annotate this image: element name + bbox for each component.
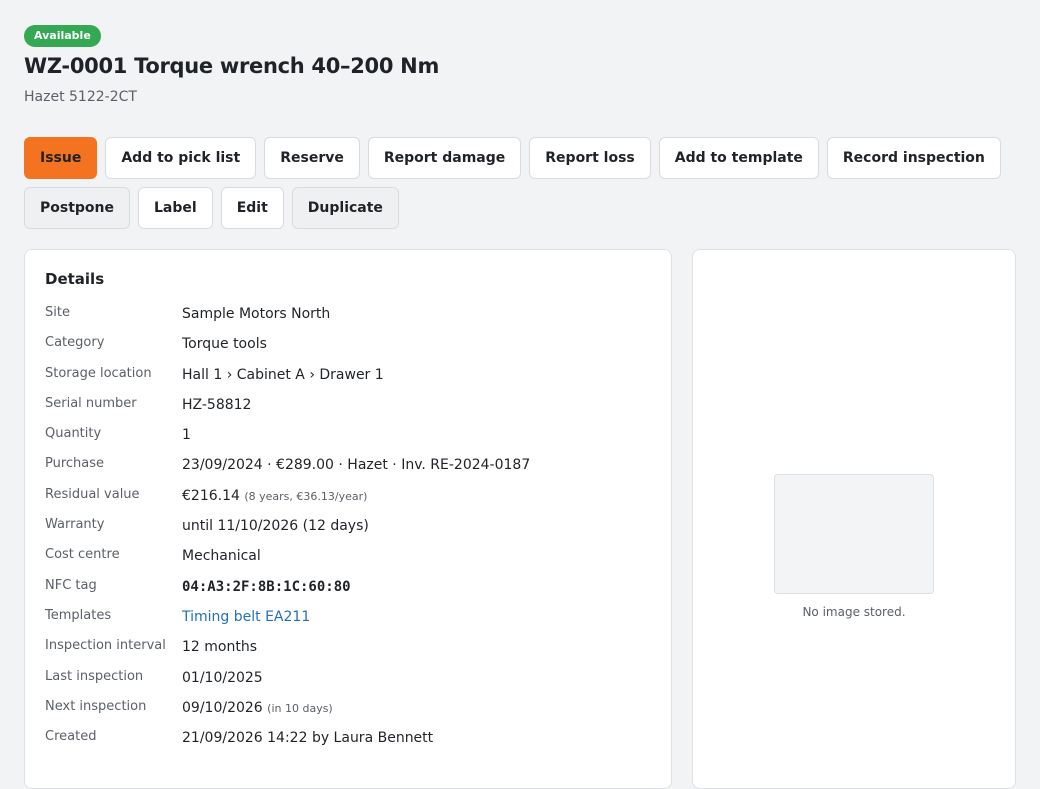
details-heading: Details bbox=[45, 270, 105, 288]
detail-row-storage-location: Storage location Hall 1 › Cabinet A › Dr… bbox=[45, 363, 661, 393]
detail-label: Created bbox=[45, 729, 97, 745]
detail-row-cost-centre: Cost centre Mechanical bbox=[45, 544, 661, 574]
detail-value-group: Timing belt EA211 bbox=[182, 609, 310, 625]
action-bar-secondary: Postpone Label Edit Duplicate bbox=[24, 187, 399, 229]
detail-label: Warranty bbox=[45, 517, 105, 533]
detail-label: Cost centre bbox=[45, 547, 120, 563]
detail-value: 21/09/2026 14:22 by Laura Bennett bbox=[182, 730, 434, 747]
detail-label: Category bbox=[45, 335, 105, 351]
issue-button[interactable]: Issue bbox=[24, 137, 98, 179]
detail-row-quantity: Quantity 1 bbox=[45, 423, 661, 453]
detail-value: 23/09/2024 · €289.00 · Hazet · Inv. RE-2… bbox=[182, 457, 531, 474]
detail-value: 01/10/2025 bbox=[182, 669, 263, 686]
detail-value: Hall 1 › Cabinet A › Drawer 1 bbox=[182, 366, 384, 383]
detail-row-site: Site Sample Motors North bbox=[45, 302, 661, 332]
detail-row-category: Category Torque tools bbox=[45, 332, 661, 362]
edit-button[interactable]: Edit bbox=[220, 187, 284, 229]
detail-row-templates: Templates Timing belt EA211 bbox=[45, 605, 661, 635]
detail-value: Torque tools bbox=[182, 336, 267, 353]
report-damage-button[interactable]: Report damage bbox=[367, 137, 522, 179]
detail-label: Serial number bbox=[45, 395, 137, 411]
detail-row-nfc-tag: NFC tag 04:A3:2F:8B:1C:60:80 bbox=[45, 575, 661, 605]
detail-row-inspection-interval: Inspection interval 12 months bbox=[45, 635, 661, 665]
image-placeholder bbox=[774, 474, 934, 594]
detail-value-group: 09/10/2026 (in 10 days) bbox=[182, 700, 333, 716]
label-button[interactable]: Label bbox=[138, 187, 213, 229]
detail-label: Quantity bbox=[45, 426, 102, 442]
detail-value: until 11/10/2026 (12 days) bbox=[182, 518, 369, 535]
page-title: WZ-0001 Torque wrench 40–200 Nm bbox=[24, 54, 440, 78]
detail-row-next-inspection: Next inspection 09/10/2026 (in 10 days) bbox=[45, 696, 661, 726]
next-inspection-date: 09/10/2026 bbox=[182, 699, 263, 716]
detail-label: Inspection interval bbox=[45, 638, 166, 654]
detail-value: HZ-58812 bbox=[182, 396, 252, 413]
detail-value-group: €216.14 (8 years, €36.13/year) bbox=[182, 488, 367, 504]
detail-label: NFC tag bbox=[45, 577, 97, 593]
next-inspection-note: (in 10 days) bbox=[267, 701, 333, 715]
image-card: No image stored. bbox=[692, 249, 1016, 789]
detail-label: Residual value bbox=[45, 486, 140, 502]
status-badge: Available bbox=[24, 25, 101, 47]
detail-row-warranty: Warranty until 11/10/2026 (12 days) bbox=[45, 514, 661, 544]
detail-value: 12 months bbox=[182, 639, 257, 656]
detail-label: Last inspection bbox=[45, 668, 144, 684]
duplicate-button[interactable]: Duplicate bbox=[291, 187, 399, 229]
item-model: Hazet 5122-2CT bbox=[24, 89, 137, 105]
detail-label: Storage location bbox=[45, 365, 152, 381]
detail-row-residual-value: Residual value €216.14 (8 years, €36.13/… bbox=[45, 484, 661, 514]
detail-value: 1 bbox=[182, 427, 191, 444]
nfc-tag-value: 04:A3:2F:8B:1C:60:80 bbox=[182, 578, 351, 595]
detail-row-created: Created 21/09/2026 14:22 by Laura Bennet… bbox=[45, 726, 661, 756]
report-loss-button[interactable]: Report loss bbox=[529, 137, 651, 179]
add-to-pick-list-button[interactable]: Add to pick list bbox=[105, 137, 257, 179]
image-caption: No image stored. bbox=[802, 605, 906, 619]
details-list: Site Sample Motors North Category Torque… bbox=[45, 302, 661, 756]
reserve-button[interactable]: Reserve bbox=[264, 137, 360, 179]
detail-label: Purchase bbox=[45, 456, 105, 472]
detail-row-purchase: Purchase 23/09/2024 · €289.00 · Hazet · … bbox=[45, 453, 661, 483]
residual-value: €216.14 bbox=[182, 487, 240, 504]
depreciation-note: (8 years, €36.13/year) bbox=[244, 489, 368, 503]
detail-row-last-inspection: Last inspection 01/10/2025 bbox=[45, 666, 661, 696]
action-bar-primary: Issue Add to pick list Reserve Report da… bbox=[24, 137, 1001, 179]
details-card: Details Site Sample Motors North Categor… bbox=[24, 249, 672, 789]
detail-label: Site bbox=[45, 305, 70, 320]
postpone-button[interactable]: Postpone bbox=[24, 187, 131, 229]
detail-label: Templates bbox=[45, 607, 112, 623]
detail-value: Sample Motors North bbox=[182, 306, 331, 322]
detail-row-serial-number: Serial number HZ-58812 bbox=[45, 393, 661, 423]
template-link[interactable]: Timing belt EA211 bbox=[182, 609, 310, 625]
detail-value: Mechanical bbox=[182, 548, 261, 565]
add-to-template-button[interactable]: Add to template bbox=[658, 137, 819, 179]
detail-label: Next inspection bbox=[45, 698, 147, 714]
record-inspection-button[interactable]: Record inspection bbox=[826, 137, 1001, 179]
